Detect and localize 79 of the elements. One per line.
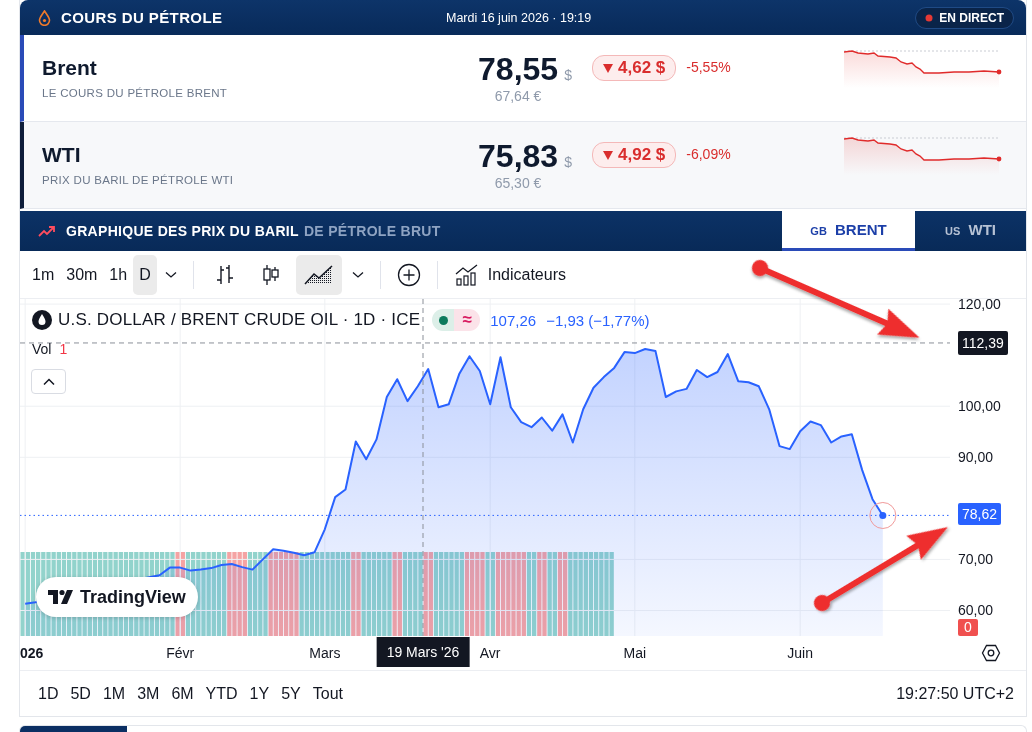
- quote-subtitle: PRIX DU BARIL DE PÉTROLE WTI: [42, 174, 235, 186]
- volume-axis-label: 0: [958, 619, 978, 636]
- collapse-button[interactable]: [31, 369, 66, 394]
- quote-name: Brent: [42, 56, 98, 80]
- range-button[interactable]: 1D: [32, 677, 65, 710]
- chevron-up-icon: [42, 377, 55, 386]
- currency-symbol: $: [564, 67, 572, 83]
- euro-price: 67,64 €: [494, 88, 542, 104]
- chart-type-button[interactable]: [295, 254, 342, 295]
- currency-symbol: $: [564, 154, 572, 170]
- tradingview-logo[interactable]: TradingView: [36, 577, 198, 617]
- market-tab[interactable]: US WTI: [915, 211, 1026, 251]
- delayed-symbol: ≈: [454, 309, 481, 331]
- range-button[interactable]: 1Y: [243, 677, 276, 710]
- axis-label: Mars: [309, 645, 341, 661]
- range-button[interactable]: Tout: [306, 677, 349, 710]
- droplet-icon: [38, 9, 51, 26]
- interval-button[interactable]: D: [133, 254, 157, 295]
- status-dot-icon: [438, 315, 448, 325]
- range-button[interactable]: 5D: [64, 677, 97, 710]
- change-percent: -5,55%: [686, 59, 731, 75]
- axis-label: Juin: [787, 645, 813, 661]
- crosshair-date-label: 19 Mars '26: [376, 637, 470, 667]
- change-badge: 4,92 $: [592, 142, 677, 168]
- axis-label: Avr: [479, 645, 501, 661]
- droplet-icon: [32, 310, 52, 330]
- last-price-label: 78,62: [958, 503, 1002, 526]
- quote-row[interactable]: WTI PRIX DU BARIL DE PÉTROLE WTI 75,83 $ 65,30 € 4,92 $ -6,09%: [20, 122, 1026, 209]
- trend-up-icon: [38, 225, 56, 237]
- section-subtitle: DE PÉTROLE BRUT: [303, 223, 441, 239]
- clock-time: 19:27:50 UTC+2: [896, 684, 1014, 703]
- live-label: EN DIRECT: [939, 10, 1004, 25]
- change-percent: -6,09%: [686, 146, 731, 162]
- axis-label: 100,00: [958, 397, 1001, 416]
- axis-label: Mai: [623, 645, 647, 661]
- market-tab[interactable]: GB BRENT: [782, 211, 915, 251]
- quote-name: WTI: [42, 143, 82, 167]
- last-value: 107,26: [490, 311, 537, 329]
- interval-button[interactable]: 30m: [60, 254, 104, 295]
- settings-icon: [981, 644, 1001, 662]
- interval-button[interactable]: 1h: [103, 254, 134, 295]
- axis-label: Févr: [166, 645, 195, 661]
- change-badge: 4,62 $: [592, 55, 677, 81]
- interval-button[interactable]: 1m: [26, 254, 61, 295]
- ohlc-bars-icon: [214, 262, 235, 287]
- range-button[interactable]: 6M: [165, 677, 200, 710]
- axis-label: 70,00: [958, 550, 994, 569]
- axis-label: 60,00: [958, 601, 994, 620]
- crosshair-price-label: 112,39: [958, 330, 1008, 355]
- chevron-down-icon: [164, 270, 177, 279]
- euro-price: 65,30 €: [494, 175, 542, 191]
- axis-label: 026: [20, 645, 44, 661]
- indicators-button[interactable]: Indicateurs: [445, 254, 574, 295]
- volume-label: Vol: [32, 341, 52, 357]
- last-price-marker: [869, 502, 897, 529]
- axis-label: 120,00: [958, 295, 1001, 314]
- quote-subtitle: LE COURS DU PÉTROLE BRENT: [42, 87, 229, 99]
- indicators-icon: [453, 262, 480, 287]
- range-button[interactable]: 5Y: [275, 677, 307, 710]
- live-dot-icon: [925, 13, 934, 22]
- plus-circle-icon: [396, 262, 421, 287]
- range-button[interactable]: 3M: [131, 677, 166, 710]
- quote-row[interactable]: Brent LE COURS DU PÉTROLE BRENT 78,55 $ 67,64 € 4,62 $ -5,55%: [20, 35, 1026, 122]
- logo-mark-icon: [48, 589, 74, 605]
- section-title: GRAPHIQUE DES PRIX DU BARIL: [66, 223, 299, 239]
- area-chart-icon: [303, 263, 334, 286]
- range-button[interactable]: YTD: [199, 677, 244, 710]
- header-datetime: Mardi 16 juin 2026 · 19:19: [446, 10, 592, 25]
- volume-value: 1: [59, 341, 68, 357]
- axis-label: 90,00: [958, 448, 994, 467]
- symbol-title: U.S. DOLLAR / BRENT CRUDE OIL · 1D · ICE: [58, 310, 421, 330]
- range-button[interactable]: 1M: [96, 677, 132, 710]
- header-title: COURS DU PÉTROLE: [61, 9, 223, 26]
- candlestick-icon: [260, 262, 281, 287]
- settings-button[interactable]: [979, 642, 1003, 664]
- chevron-down-icon: [351, 270, 364, 279]
- change-value: −1,93 (−1,77%): [546, 311, 650, 329]
- quote-price: 75,83: [478, 138, 559, 174]
- quote-price: 78,55: [478, 51, 559, 87]
